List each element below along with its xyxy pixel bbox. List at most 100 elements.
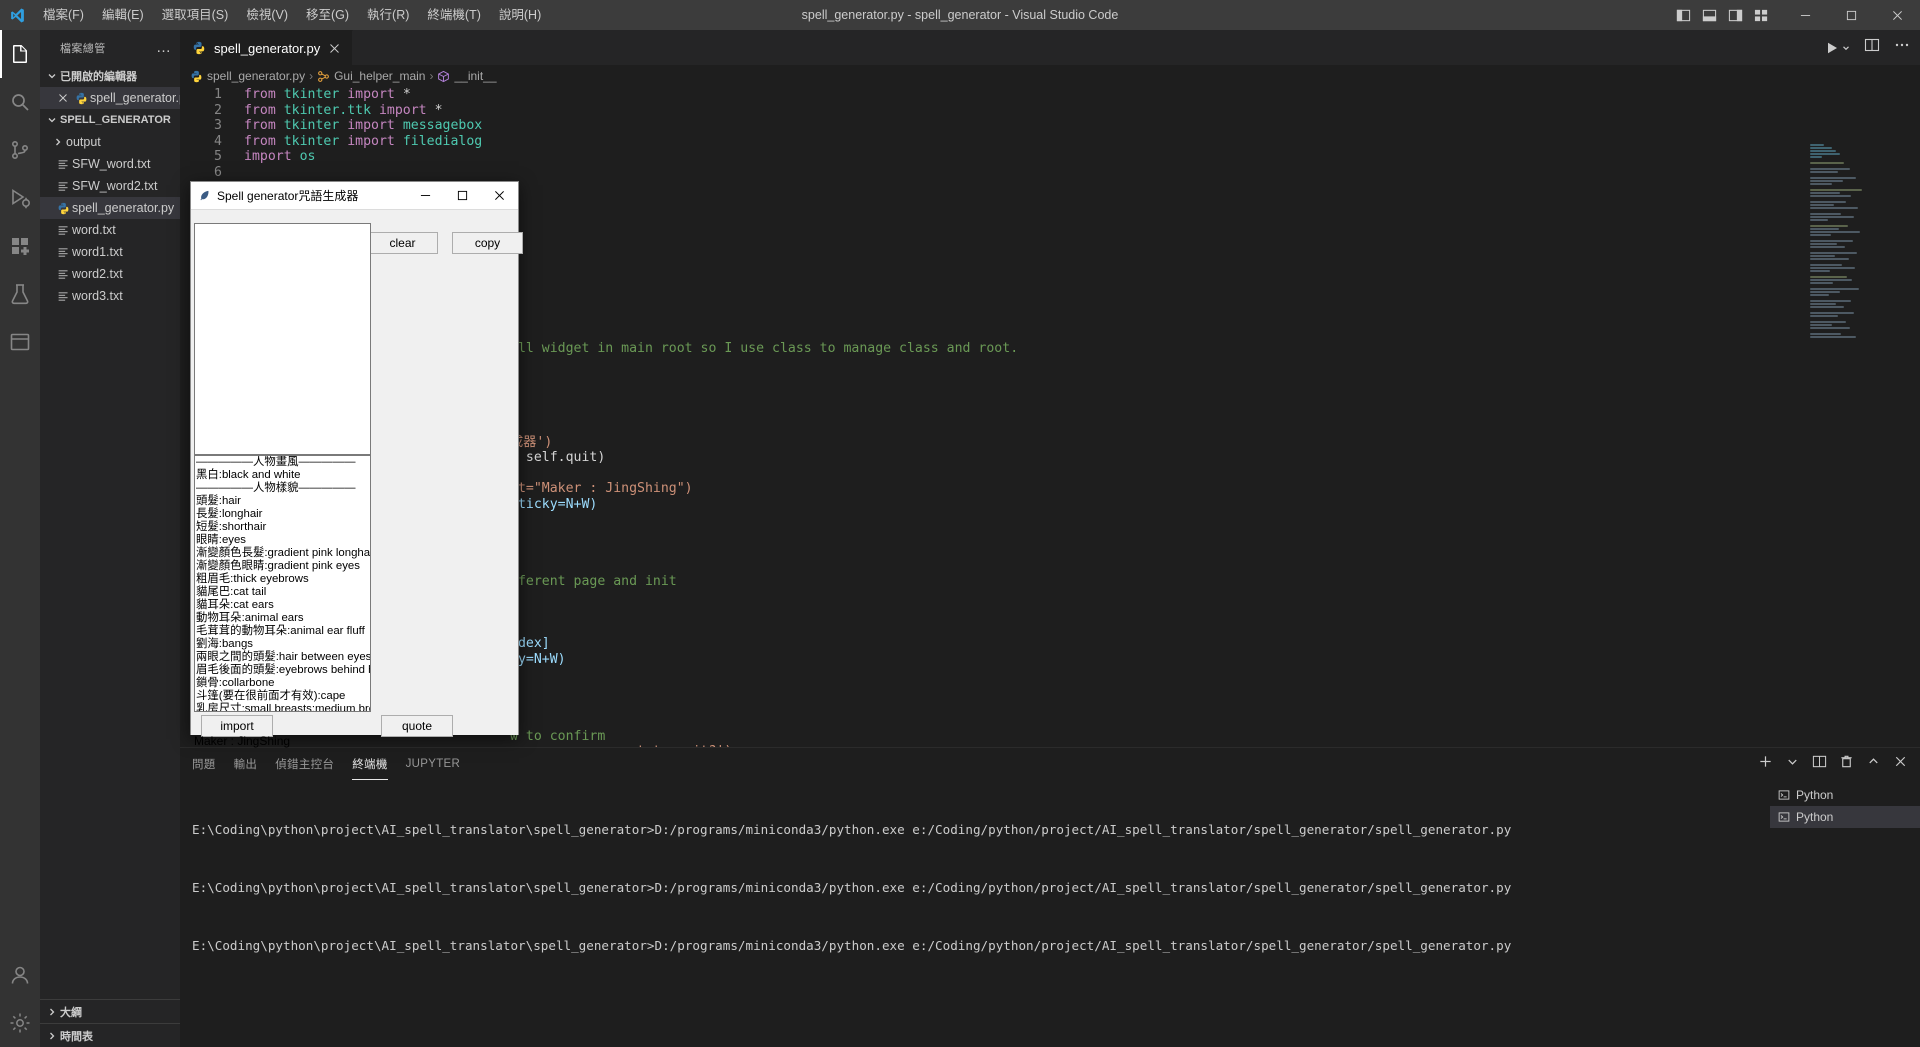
panel-bottom-icon[interactable] xyxy=(1696,0,1722,30)
sidebar-item-label: word2.txt xyxy=(72,267,123,281)
list-item[interactable]: 鎖骨:collarbone xyxy=(195,677,370,690)
sidebar-item-word3[interactable]: word3.txt xyxy=(40,285,180,307)
activitybar-explorer[interactable] xyxy=(0,30,40,78)
sidebar-item-sfw-word2[interactable]: SFW_word2.txt xyxy=(40,175,180,197)
list-item[interactable]: 漸變顏色長髮:gradient pink longhair xyxy=(195,547,370,560)
section-open-editors[interactable]: 已開啟的編輯器 xyxy=(40,65,180,87)
code-token: filedialog xyxy=(402,133,483,149)
spell-list-listbox[interactable]: —————人物畫風————— 黑白:black and white —————人物樣… xyxy=(194,455,371,712)
editor-more-actions-icon[interactable] xyxy=(1894,37,1910,58)
explorer-more-actions-icon[interactable]: … xyxy=(156,40,172,55)
copy-button[interactable]: copy xyxy=(452,232,523,254)
list-item[interactable]: 短髮:shorthair xyxy=(195,521,370,534)
panel-left-icon[interactable] xyxy=(1670,0,1696,30)
section-outline[interactable]: 大綱 xyxy=(40,999,180,1023)
list-item[interactable]: 乳房尺寸:small breasts:medium breast xyxy=(195,703,370,711)
window-maximize-button[interactable] xyxy=(1828,0,1874,30)
customize-layout-icon[interactable] xyxy=(1748,0,1774,30)
activitybar-remote-explorer[interactable] xyxy=(0,318,40,366)
list-item[interactable]: 漸變顏色眼睛:gradient pink eyes xyxy=(195,560,370,573)
tab-terminal[interactable]: 終端機 xyxy=(352,748,389,780)
window-close-button[interactable] xyxy=(1874,0,1920,30)
list-item[interactable]: 粗眉毛:thick eyebrows xyxy=(195,573,370,586)
chevron-down-icon[interactable] xyxy=(1842,39,1850,57)
split-terminal-icon[interactable] xyxy=(1812,754,1827,774)
tab-problems[interactable]: 問題 xyxy=(192,748,216,780)
tab-output[interactable]: 輸出 xyxy=(234,748,258,780)
add-terminal-icon[interactable] xyxy=(1758,754,1773,774)
activitybar-accounts[interactable] xyxy=(0,951,40,999)
section-timeline[interactable]: 時間表 xyxy=(40,1023,180,1047)
activitybar-source-control[interactable] xyxy=(0,126,40,174)
tab-jupyter[interactable]: JUPYTER xyxy=(406,748,461,780)
window-minimize-button[interactable] xyxy=(1782,0,1828,30)
menu-view[interactable]: 檢視(V) xyxy=(237,0,297,30)
split-editor-icon[interactable] xyxy=(1864,37,1880,58)
activitybar-extensions[interactable] xyxy=(0,222,40,270)
sidebar-item-output[interactable]: output xyxy=(40,131,180,153)
list-item[interactable]: 長髮:longhair xyxy=(195,508,370,521)
dialog-minimize-button[interactable] xyxy=(407,182,444,210)
code-line: 4 from tkinter import filedialog xyxy=(180,134,1920,150)
menu-help[interactable]: 說明(H) xyxy=(490,0,550,30)
list-item[interactable]: 兩眼之間的頭髮:hair between eyes xyxy=(195,651,370,664)
sidebar-item-word[interactable]: word.txt xyxy=(40,219,180,241)
spell-generator-dialog[interactable]: Spell generator咒語生成器 clear copy —————人物畫… xyxy=(190,181,523,748)
spell-output-textbox[interactable] xyxy=(194,223,371,455)
sidebar-item-label: word1.txt xyxy=(72,245,123,259)
tab-debug-console[interactable]: 偵錯主控台 xyxy=(275,748,334,780)
list-item[interactable]: 頭髮:hair xyxy=(195,495,370,508)
run-python-file-button[interactable] xyxy=(1824,39,1850,57)
list-item[interactable]: 動物耳朵:animal ears xyxy=(195,612,370,625)
list-item[interactable]: 黑白:black and white xyxy=(195,469,370,482)
tab-spell-generator-py[interactable]: spell_generator.py xyxy=(180,30,354,65)
line-number: 1 xyxy=(214,87,222,102)
terminal-instance[interactable]: Python xyxy=(1770,784,1920,806)
breadcrumb-file[interactable]: spell_generator.py xyxy=(190,69,305,83)
menu-edit[interactable]: 編輯(E) xyxy=(93,0,153,30)
close-icon[interactable] xyxy=(54,93,72,103)
sidebar-item-word1[interactable]: word1.txt xyxy=(40,241,180,263)
list-item[interactable]: 貓尾巴:cat tail xyxy=(195,586,370,599)
list-item[interactable]: 斗篷(要在很前面才有效):cape xyxy=(195,690,370,703)
terminal-instance[interactable]: Python xyxy=(1770,806,1920,828)
open-editor-spell-generator[interactable]: spell_generator.py xyxy=(40,87,192,109)
quote-button[interactable]: quote xyxy=(381,715,453,737)
list-item[interactable]: 劉海:bangs xyxy=(195,638,370,651)
menu-selection[interactable]: 選取項目(S) xyxy=(153,0,238,30)
close-icon[interactable] xyxy=(326,40,342,56)
list-item[interactable]: 貓耳朵:cat ears xyxy=(195,599,370,612)
clear-button[interactable]: clear xyxy=(367,232,438,254)
list-item[interactable]: —————人物樣貌————— xyxy=(195,482,370,495)
maximize-panel-icon[interactable] xyxy=(1866,754,1881,774)
sidebar-item-word2[interactable]: word2.txt xyxy=(40,263,180,285)
menu-go[interactable]: 移至(G) xyxy=(297,0,358,30)
list-item[interactable]: 眼睛:eyes xyxy=(195,534,370,547)
panel-right-icon[interactable] xyxy=(1722,0,1748,30)
list-item[interactable]: —————人物畫風————— xyxy=(195,456,370,469)
list-item[interactable]: 毛茸茸的動物耳朵:animal ear fluff xyxy=(195,625,370,638)
breadcrumb-method-label: __init__ xyxy=(454,69,497,83)
activitybar-testing[interactable] xyxy=(0,270,40,318)
kill-terminal-icon[interactable] xyxy=(1839,754,1854,774)
section-project-spell-generator[interactable]: SPELL_GENERATOR xyxy=(40,109,180,131)
sidebar-item-spell-generator-py[interactable]: spell_generator.py xyxy=(40,197,180,219)
maker-label: Maker : JingShing xyxy=(194,734,291,748)
breadcrumb-separator-icon: › xyxy=(429,69,434,83)
dialog-maximize-button[interactable] xyxy=(444,182,481,210)
menu-file[interactable]: 檔案(F) xyxy=(34,0,93,30)
close-panel-icon[interactable] xyxy=(1893,754,1908,774)
breadcrumb-class[interactable]: Gui_helper_main xyxy=(317,69,425,83)
menu-run[interactable]: 執行(R) xyxy=(358,0,418,30)
activitybar-settings-gear-icon[interactable] xyxy=(0,999,40,1047)
minimap[interactable] xyxy=(1810,144,1906,359)
activitybar-search[interactable] xyxy=(0,78,40,126)
terminal-output[interactable]: E:\Coding\python\project\AI_spell_transl… xyxy=(180,780,1770,1047)
dialog-close-button[interactable] xyxy=(481,182,518,210)
sidebar-item-sfw-word[interactable]: SFW_word.txt xyxy=(40,153,180,175)
chevron-down-icon[interactable] xyxy=(1785,754,1800,774)
menu-terminal[interactable]: 終端機(T) xyxy=(418,0,489,30)
breadcrumb-method[interactable]: __init__ xyxy=(437,69,497,83)
list-item[interactable]: 眉毛後面的頭髮:eyebrows behind hair xyxy=(195,664,370,677)
activitybar-run-debug[interactable] xyxy=(0,174,40,222)
